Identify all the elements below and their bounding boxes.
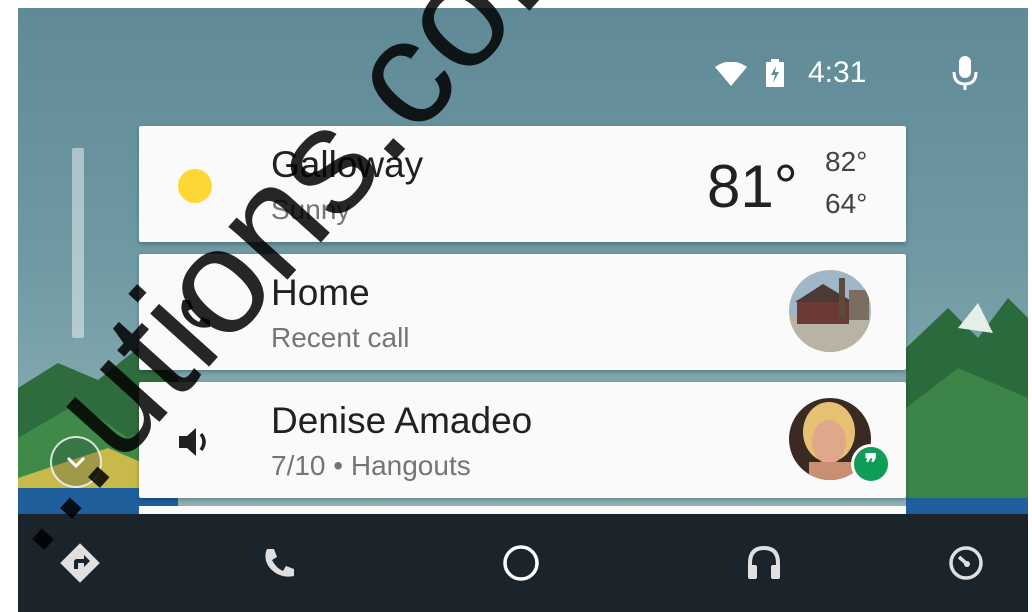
phone-icon[interactable] <box>259 543 299 583</box>
contact-avatar <box>789 270 871 352</box>
weather-low: 64° <box>825 188 868 219</box>
media-subtitle: 7/10 • Hangouts <box>271 450 471 481</box>
weather-card[interactable]: Galloway Sunny 81° 82° 64° <box>139 126 906 242</box>
hangouts-icon: ❞ <box>851 444 891 484</box>
chevron-down-icon <box>66 456 86 469</box>
weather-condition: Sunny <box>271 194 351 225</box>
status-bar: 4:31 <box>18 52 1028 92</box>
wifi-icon <box>715 62 747 86</box>
battery-charging-icon <box>766 59 784 87</box>
sun-icon <box>178 169 212 203</box>
exit-icon[interactable] <box>946 543 986 583</box>
headphones-icon[interactable] <box>744 543 784 583</box>
call-card[interactable]: Home Recent call <box>139 254 906 370</box>
expand-button[interactable] <box>50 436 102 488</box>
media-title: Denise Amadeo <box>271 400 533 441</box>
weather-location: Galloway <box>271 144 424 185</box>
scrollbar[interactable] <box>72 148 84 338</box>
weather-high: 82° <box>825 146 868 177</box>
media-card[interactable]: Denise Amadeo 7/10 • Hangouts ❞ <box>139 382 906 498</box>
home-icon[interactable] <box>501 543 541 583</box>
bottom-nav <box>18 514 1028 612</box>
phone-icon <box>181 300 210 328</box>
weather-temp: 81° <box>707 153 798 220</box>
call-title: Home <box>271 272 370 313</box>
call-subtitle: Recent call <box>271 322 410 353</box>
android-auto-screen: 4:31 Galloway Sunny 81° 82° 64° Home Rec… <box>18 8 1028 612</box>
mic-icon[interactable] <box>950 54 980 92</box>
navigation-icon[interactable] <box>60 543 100 583</box>
volume-icon <box>179 428 206 456</box>
status-time: 4:31 <box>808 56 867 89</box>
